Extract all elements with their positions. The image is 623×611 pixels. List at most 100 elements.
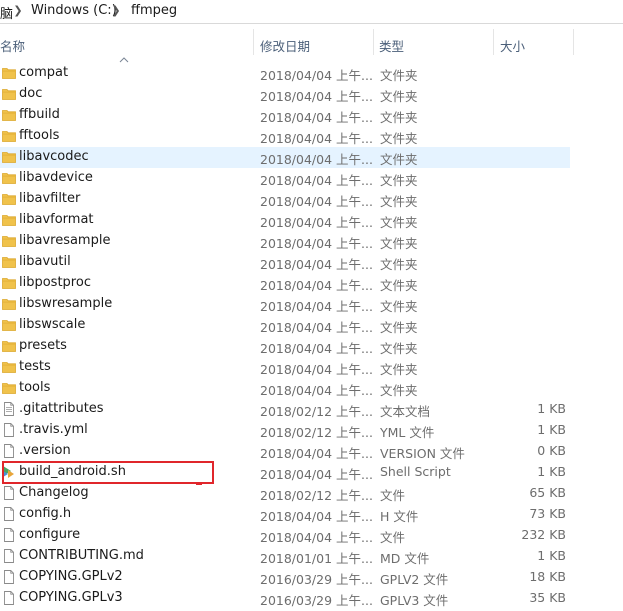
breadcrumb-item-computer[interactable]: 电脑 bbox=[0, 3, 13, 22]
file-row[interactable]: configure 2018/04/04 上午... 文件 232 KB bbox=[0, 525, 570, 546]
folder-row[interactable]: libavresample 2018/04/04 上午... 文件夹 bbox=[0, 231, 570, 252]
file-icon bbox=[2, 507, 16, 521]
file-size: 35 KB bbox=[529, 590, 566, 605]
file-name: libavfilter bbox=[19, 191, 81, 206]
column-divider[interactable] bbox=[573, 29, 574, 55]
file-name: .version bbox=[19, 443, 71, 458]
file-date: 2018/02/12 上午... bbox=[260, 404, 373, 419]
file-type: 文件夹 bbox=[380, 257, 418, 272]
folder-row[interactable]: libswscale 2018/04/04 上午... 文件夹 bbox=[0, 315, 570, 336]
breadcrumb-item-folder[interactable]: ffmpeg bbox=[131, 3, 177, 18]
folder-row[interactable]: ffbuild 2018/04/04 上午... 文件夹 bbox=[0, 105, 570, 126]
folder-icon bbox=[2, 213, 16, 227]
file-type: 文件夹 bbox=[380, 236, 418, 251]
file-date: 2016/03/29 上午... bbox=[260, 572, 373, 587]
file-name: configure bbox=[19, 527, 81, 542]
file-date: 2018/04/04 上午... bbox=[260, 173, 373, 188]
file-type: YML 文件 bbox=[380, 425, 435, 440]
folder-icon bbox=[2, 318, 16, 332]
column-type[interactable]: 类型 bbox=[379, 36, 404, 55]
file-date: 2018/04/04 上午... bbox=[260, 278, 373, 293]
file-date: 2018/04/04 上午... bbox=[260, 152, 373, 167]
file-name: .gitattributes bbox=[19, 401, 104, 416]
folder-row[interactable]: doc 2018/04/04 上午... 文件夹 bbox=[0, 84, 570, 105]
file-date: 2018/04/04 上午... bbox=[260, 530, 373, 545]
folder-icon bbox=[2, 381, 16, 395]
column-divider[interactable] bbox=[493, 29, 494, 55]
file-size: 18 KB bbox=[529, 569, 566, 584]
column-header: 名称 修改日期 类型 大小 bbox=[0, 28, 623, 63]
chevron-right-icon[interactable]: ❯ bbox=[111, 3, 121, 19]
file-row[interactable]: Changelog 2018/02/12 上午... 文件 65 KB bbox=[0, 483, 570, 504]
folder-row[interactable]: libavdevice 2018/04/04 上午... 文件夹 bbox=[0, 168, 570, 189]
folder-icon bbox=[2, 129, 16, 143]
column-date[interactable]: 修改日期 bbox=[260, 36, 310, 55]
file-date: 2018/04/04 上午... bbox=[260, 215, 373, 230]
file-type: 文件夹 bbox=[380, 320, 418, 335]
file-name: libavcodec bbox=[19, 149, 89, 164]
file-date: 2018/04/04 上午... bbox=[260, 89, 373, 104]
folder-row[interactable]: libavutil 2018/04/04 上午... 文件夹 bbox=[0, 252, 570, 273]
folder-row[interactable]: fftools 2018/04/04 上午... 文件夹 bbox=[0, 126, 570, 147]
file-name: libavformat bbox=[19, 212, 94, 227]
file-date: 2018/04/04 上午... bbox=[260, 446, 373, 461]
file-size: 73 KB bbox=[529, 506, 566, 521]
file-name: COPYING.GPLv3 bbox=[19, 590, 123, 605]
file-icon bbox=[2, 423, 16, 437]
file-size: 1 KB bbox=[537, 422, 566, 437]
column-divider[interactable] bbox=[373, 29, 374, 55]
file-type: 文件夹 bbox=[380, 194, 418, 209]
folder-icon bbox=[2, 297, 16, 311]
file-type: VERSION 文件 bbox=[380, 446, 465, 461]
file-row[interactable]: COPYING.GPLv2 2016/03/29 上午... GPLV2 文件 18 … bbox=[0, 567, 570, 588]
column-divider[interactable] bbox=[253, 29, 254, 55]
folder-icon bbox=[2, 66, 16, 80]
column-name[interactable]: 名称 bbox=[0, 36, 25, 55]
file-type: 文件 bbox=[380, 488, 406, 503]
folder-row[interactable]: libavformat 2018/04/04 上午... 文件夹 bbox=[0, 210, 570, 231]
file-type: 文件夹 bbox=[380, 383, 418, 398]
folder-row[interactable]: tools 2018/04/04 上午... 文件夹 bbox=[0, 378, 570, 399]
file-size: 1 KB bbox=[537, 464, 566, 479]
file-type: H 文件 bbox=[380, 509, 419, 524]
file-date: 2018/02/12 上午... bbox=[260, 425, 373, 440]
file-name: libswscale bbox=[19, 317, 86, 332]
column-size[interactable]: 大小 bbox=[500, 36, 525, 55]
file-date: 2018/04/04 上午... bbox=[260, 320, 373, 335]
file-icon bbox=[2, 549, 16, 563]
breadcrumb: 电脑 ❯ Windows (C:) ❯ ffmpeg bbox=[0, 0, 623, 24]
file-type: 文件夹 bbox=[380, 299, 418, 314]
file-row[interactable]: .version 2018/04/04 上午... VERSION 文件 0 KB bbox=[0, 441, 570, 462]
file-name: presets bbox=[19, 338, 67, 353]
file-icon bbox=[2, 486, 16, 500]
file-name: Changelog bbox=[19, 485, 89, 500]
file-type: GPLV2 文件 bbox=[380, 572, 449, 587]
file-type: MD 文件 bbox=[380, 551, 430, 566]
file-date: 2018/04/04 上午... bbox=[260, 131, 373, 146]
file-row[interactable]: config.h 2018/04/04 上午... H 文件 73 KB bbox=[0, 504, 570, 525]
file-icon bbox=[2, 570, 16, 584]
file-name: CONTRIBUTING.md bbox=[19, 548, 144, 563]
folder-row[interactable]: tests 2018/04/04 上午... 文件夹 bbox=[0, 357, 570, 378]
file-type: Shell Script bbox=[380, 464, 451, 479]
folder-row[interactable]: libswresample 2018/04/04 上午... 文件夹 bbox=[0, 294, 570, 315]
folder-row[interactable]: libpostproc 2018/04/04 上午... 文件夹 bbox=[0, 273, 570, 294]
file-type: 文件夹 bbox=[380, 152, 418, 167]
folder-row[interactable]: compat 2018/04/04 上午... 文件夹 bbox=[0, 63, 570, 84]
file-date: 2018/04/04 上午... bbox=[260, 110, 373, 125]
file-name: compat bbox=[19, 65, 69, 80]
file-date: 2018/04/04 上午... bbox=[260, 467, 373, 482]
text-file-icon bbox=[2, 402, 16, 416]
file-row[interactable]: .gitattributes 2018/02/12 上午... 文本文档 1 KB bbox=[0, 399, 570, 420]
file-row[interactable]: COPYING.GPLv3 2016/03/29 上午... GPLV3 文件 35 … bbox=[0, 588, 570, 609]
chevron-right-icon[interactable]: ❯ bbox=[13, 3, 23, 19]
folder-row[interactable]: presets 2018/04/04 上午... 文件夹 bbox=[0, 336, 570, 357]
folder-row[interactable]: libavcodec 2018/04/04 上午... 文件夹 bbox=[0, 147, 570, 168]
file-name: doc bbox=[19, 86, 43, 101]
folder-row[interactable]: libavfilter 2018/04/04 上午... 文件夹 bbox=[0, 189, 570, 210]
breadcrumb-item-drive[interactable]: Windows (C:) bbox=[31, 3, 117, 18]
file-name: config.h bbox=[19, 506, 72, 521]
file-name: libpostproc bbox=[19, 275, 91, 290]
file-row[interactable]: CONTRIBUTING.md 2018/01/01 上午... MD 文件 1 KB bbox=[0, 546, 570, 567]
file-row[interactable]: .travis.yml 2018/02/12 上午... YML 文件 1 KB bbox=[0, 420, 570, 441]
